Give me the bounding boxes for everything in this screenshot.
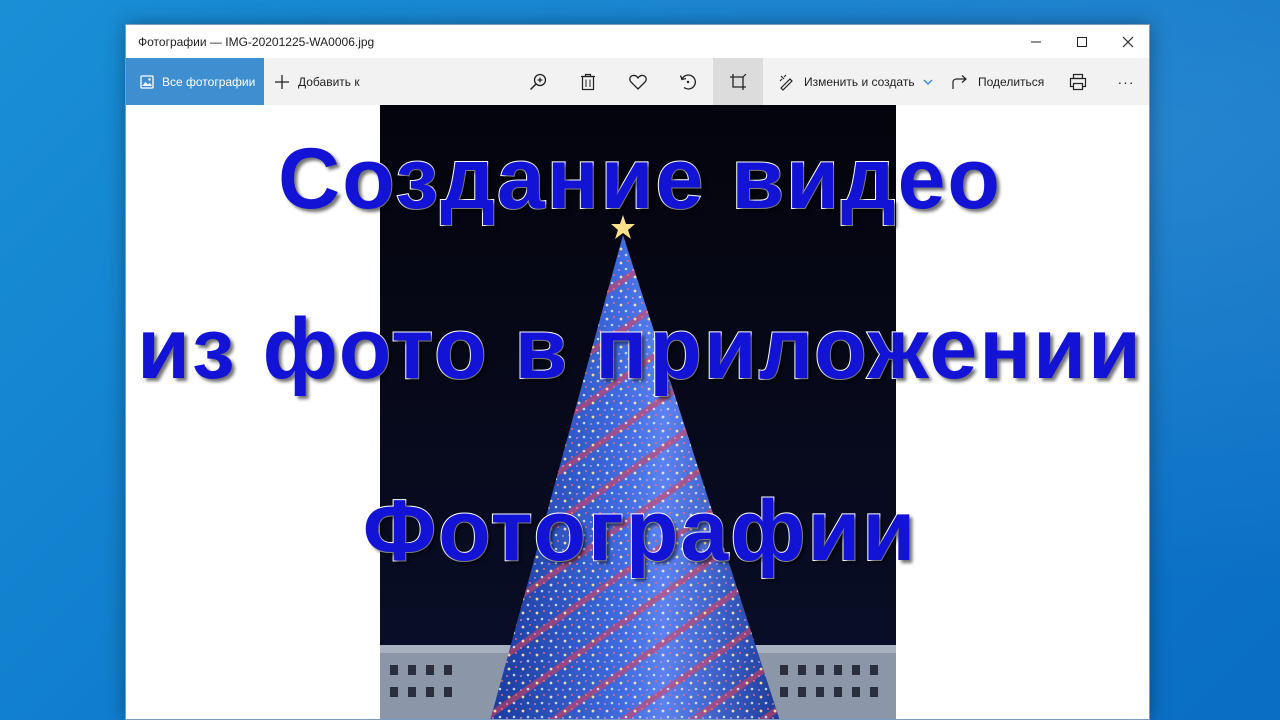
close-icon xyxy=(1122,36,1134,47)
share-label: Поделиться xyxy=(978,74,1045,89)
share-button[interactable]: Поделиться xyxy=(952,58,1044,105)
maximize-button[interactable] xyxy=(1059,25,1105,58)
rotate-button[interactable] xyxy=(663,58,713,105)
overlay-title-line-1: Создание видео xyxy=(277,130,1002,228)
crop-button[interactable] xyxy=(713,58,763,105)
more-button[interactable]: ··· xyxy=(1101,58,1149,105)
title-bar[interactable]: Фотографии — IMG-20201225-WA0006.jpg xyxy=(126,25,1149,58)
edit-icon xyxy=(779,74,793,91)
crop-icon xyxy=(730,73,747,90)
edit-create-button[interactable]: Изменить и создать xyxy=(778,58,933,105)
rotate-icon xyxy=(679,73,696,90)
window-title: Фотографии — IMG-20201225-WA0006.jpg xyxy=(138,35,375,49)
overlay-title-line-2: из фото в приложении xyxy=(136,300,1143,398)
plus-icon xyxy=(275,74,289,89)
print-button[interactable] xyxy=(1053,58,1103,105)
share-icon xyxy=(952,74,967,89)
print-icon xyxy=(1069,73,1087,90)
all-photos-button[interactable]: Все фотографии xyxy=(126,58,264,105)
minimize-icon xyxy=(1031,41,1041,42)
photos-icon xyxy=(140,74,154,89)
all-photos-label: Все фотографии xyxy=(162,74,256,89)
delete-button[interactable] xyxy=(563,58,613,105)
zoom-button[interactable] xyxy=(513,58,563,105)
add-to-button[interactable]: Добавить к xyxy=(274,58,360,105)
maximize-icon xyxy=(1077,36,1087,47)
zoom-icon xyxy=(529,73,547,90)
more-icon: ··· xyxy=(1117,73,1135,90)
trash-icon xyxy=(581,73,595,90)
add-to-label: Добавить к xyxy=(298,74,360,89)
heart-icon xyxy=(629,74,647,90)
edit-create-label: Изменить и создать xyxy=(804,74,915,89)
chevron-down-icon xyxy=(923,78,933,85)
toolbar: Все фотографии Добавить к Изменить и соз… xyxy=(126,58,1149,105)
minimize-button[interactable] xyxy=(1013,25,1059,58)
close-button[interactable] xyxy=(1105,25,1149,58)
favorite-button[interactable] xyxy=(613,58,663,105)
overlay-title-line-3: Фотографии xyxy=(362,482,918,580)
